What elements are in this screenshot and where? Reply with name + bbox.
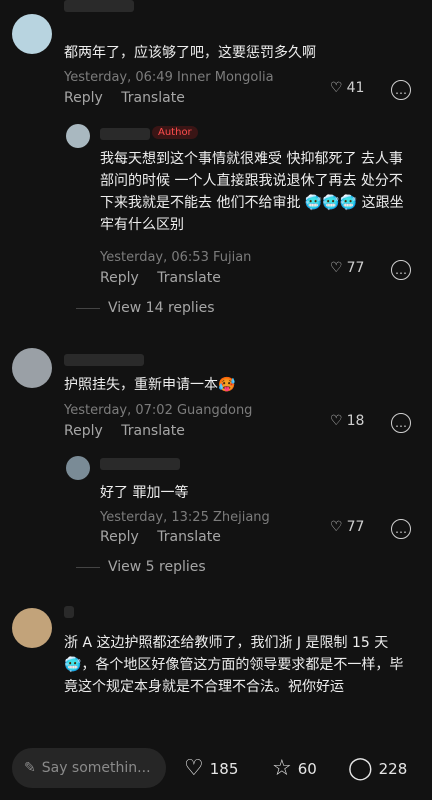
- like-button[interactable]: ♡ 77: [330, 519, 364, 535]
- username[interactable]: [64, 606, 74, 618]
- like-button[interactable]: ♡ 41: [330, 80, 364, 96]
- divider: [76, 566, 100, 568]
- comment-icon: ◯: [348, 756, 373, 781]
- pencil-icon: ✎: [24, 760, 36, 776]
- translate-button[interactable]: Translate: [121, 423, 185, 439]
- view-replies-label: View 14 replies: [108, 300, 215, 316]
- avatar[interactable]: [12, 14, 52, 54]
- more-options-icon[interactable]: …: [391, 413, 411, 433]
- more-options-icon[interactable]: …: [391, 260, 411, 280]
- avatar[interactable]: [12, 348, 52, 388]
- comment-text: 浙 A 这边护照都还给教师了，我们浙 J 是限制 15 天🥶，各个地区好像管这方…: [64, 635, 404, 695]
- comment-meta: Yesterday, 13:25 Zhejiang: [100, 510, 270, 525]
- comments-button[interactable]: ◯ 228: [348, 756, 407, 781]
- star-icon: ☆: [272, 756, 292, 781]
- divider: [76, 307, 100, 309]
- comment-input-placeholder: Say somethin...: [41, 760, 151, 776]
- view-replies-button[interactable]: View 14 replies: [76, 300, 215, 316]
- comment-meta: Yesterday, 06:49 Inner Mongolia: [64, 70, 274, 85]
- username[interactable]: [64, 354, 144, 366]
- heart-icon: ♡: [330, 260, 343, 276]
- star-count: 60: [297, 759, 317, 778]
- comment-count: 228: [378, 759, 408, 778]
- comment-actions: Reply Translate: [64, 90, 199, 106]
- view-replies-button[interactable]: View 5 replies: [76, 559, 206, 575]
- like-count: 18: [346, 413, 365, 429]
- username[interactable]: [100, 458, 180, 470]
- bottom-action-bar: ✎ Say somethin... ♡ 185 ☆ 60 ◯ 228: [0, 738, 432, 800]
- reply-button[interactable]: Reply: [64, 90, 103, 106]
- comment-actions: Reply Translate: [100, 270, 235, 286]
- heart-icon: ♡: [330, 80, 343, 96]
- author-badge: Author: [152, 126, 198, 139]
- translate-button[interactable]: Translate: [121, 90, 185, 106]
- like-post-button[interactable]: ♡ 185: [184, 756, 238, 781]
- heart-icon: ♡: [184, 756, 204, 781]
- reply-button[interactable]: Reply: [100, 529, 139, 545]
- comment-text: 都两年了，应该够了吧，这要惩罚多久啊: [64, 45, 316, 61]
- comment-meta: Yesterday, 07:02 Guangdong: [64, 403, 253, 418]
- translate-button[interactable]: Translate: [157, 529, 221, 545]
- like-count: 41: [346, 80, 365, 96]
- comment-meta: Yesterday, 06:53 Fujian: [100, 250, 252, 265]
- post-like-count: 185: [209, 759, 239, 778]
- comment-input[interactable]: ✎ Say somethin...: [12, 748, 166, 788]
- comment-actions: Reply Translate: [64, 423, 199, 439]
- avatar[interactable]: [66, 456, 90, 480]
- comment-text: 护照挂失，重新申请一本🥵: [64, 377, 236, 393]
- heart-icon: ♡: [330, 519, 343, 535]
- like-button[interactable]: ♡ 77: [330, 260, 364, 276]
- star-button[interactable]: ☆ 60: [272, 756, 317, 781]
- reply-button[interactable]: Reply: [64, 423, 103, 439]
- view-replies-label: View 5 replies: [108, 559, 206, 575]
- avatar[interactable]: [66, 124, 90, 148]
- more-options-icon[interactable]: …: [391, 80, 411, 100]
- username[interactable]: [100, 128, 150, 140]
- comment-actions: Reply Translate: [100, 529, 235, 545]
- comment-text: 好了 罪加一等: [100, 485, 189, 501]
- translate-button[interactable]: Translate: [157, 270, 221, 286]
- reply-button[interactable]: Reply: [100, 270, 139, 286]
- username[interactable]: [64, 0, 134, 12]
- avatar[interactable]: [12, 608, 52, 648]
- comment-text: 我每天想到这个事情就很难受 快抑郁死了 去人事部问的时候 一个人直接跟我说退休了…: [100, 151, 404, 233]
- more-options-icon[interactable]: …: [391, 519, 411, 539]
- like-button[interactable]: ♡ 18: [330, 413, 364, 429]
- heart-icon: ♡: [330, 413, 343, 429]
- like-count: 77: [346, 260, 365, 276]
- like-count: 77: [346, 519, 365, 535]
